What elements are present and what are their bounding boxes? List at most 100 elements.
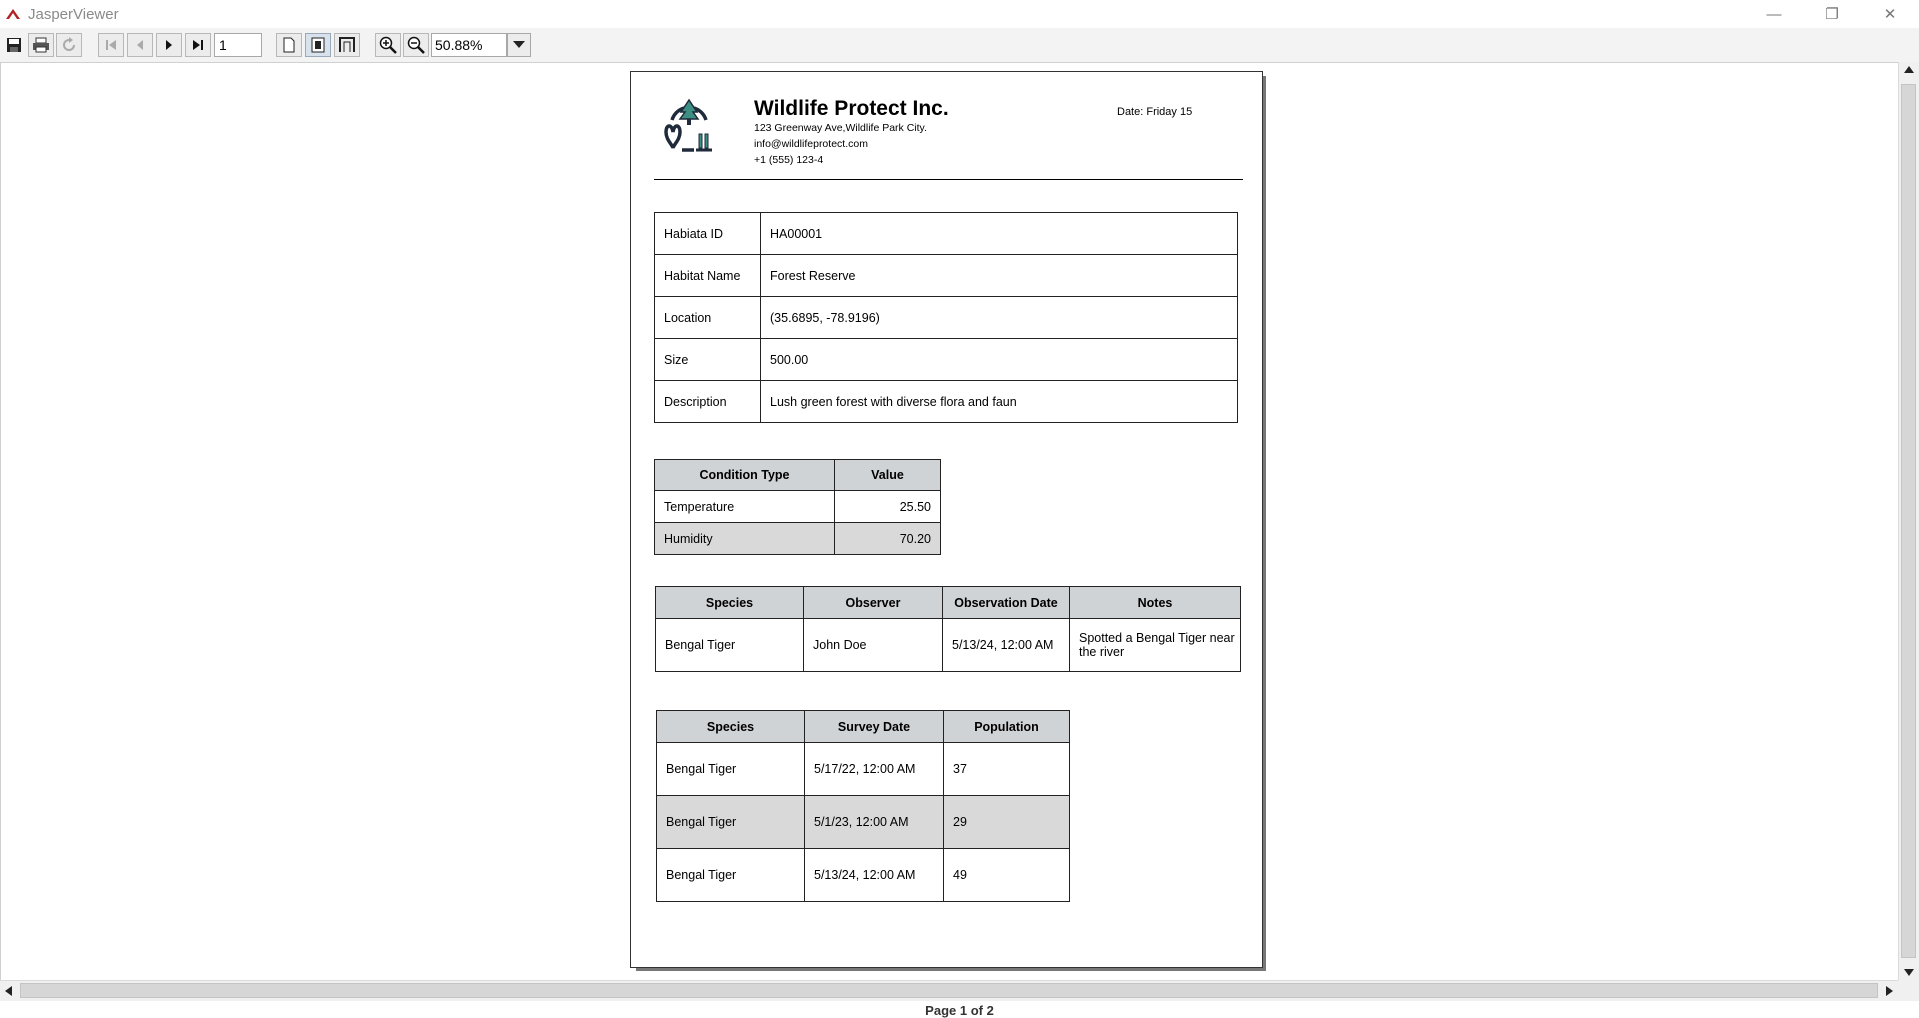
column-header: Observer: [803, 586, 943, 619]
table-header-row: Species Observer Observation Date Notes: [655, 586, 1241, 619]
observations-table: Species Observer Observation Date Notes …: [655, 586, 1241, 672]
window-title: JasperViewer: [28, 5, 119, 23]
previous-page-icon: [137, 40, 143, 50]
fit-page-button[interactable]: [305, 33, 331, 57]
survey-population: 37: [943, 742, 1070, 796]
survey-species: Bengal Tiger: [656, 742, 805, 796]
zoom-dropdown-button[interactable]: [507, 33, 531, 57]
survey-date: 5/1/23, 12:00 AM: [804, 795, 944, 849]
table-row: Location (35.6895, -78.9196): [654, 296, 1238, 339]
info-value: Forest Reserve: [760, 254, 1238, 297]
first-page-button[interactable]: [98, 33, 124, 57]
table-row: Habitat Name Forest Reserve: [654, 254, 1238, 297]
restore-icon: ❐: [1825, 6, 1839, 23]
last-page-button[interactable]: [185, 33, 211, 57]
previous-page-button[interactable]: [127, 33, 153, 57]
zoom-out-button[interactable]: [403, 33, 429, 57]
dropdown-arrow-icon: [513, 41, 525, 48]
company-name: Wildlife Protect Inc.: [754, 97, 949, 120]
actual-size-icon: [283, 37, 295, 53]
vertical-scrollbar[interactable]: [1898, 62, 1919, 980]
table-row: Bengal Tiger John Doe 5/13/24, 12:00 AM …: [655, 618, 1241, 672]
report-date: Date: Friday 15: [1117, 106, 1193, 118]
observation-observer: John Doe: [803, 618, 943, 672]
survey-date: 5/13/24, 12:00 AM: [804, 848, 944, 902]
table-row: Temperature 25.50: [654, 490, 941, 523]
column-header: Species: [655, 586, 804, 619]
info-label: Habitat Name: [654, 254, 761, 297]
column-header: Survey Date: [804, 710, 944, 743]
info-label: Size: [654, 338, 761, 381]
actual-size-button[interactable]: [276, 33, 302, 57]
info-label: Habiata ID: [654, 212, 761, 255]
jasper-app-icon: [6, 9, 20, 19]
print-button[interactable]: [28, 33, 54, 57]
scroll-left-icon[interactable]: [5, 986, 12, 996]
info-value: HA00001: [760, 212, 1238, 255]
condition-type: Humidity: [654, 522, 835, 555]
survey-population: 49: [943, 848, 1070, 902]
next-page-icon: [166, 40, 172, 50]
table-header-row: Species Survey Date Population: [656, 710, 1070, 743]
observation-notes: Spotted a Bengal Tiger near the river: [1069, 618, 1241, 672]
first-page-icon: [106, 40, 116, 50]
table-header-row: Condition Type Value: [654, 459, 941, 491]
vertical-scroll-thumb[interactable]: [1901, 84, 1916, 958]
wildlife-logo-icon: [664, 98, 712, 152]
horizontal-scroll-thumb[interactable]: [20, 983, 1878, 998]
table-row: Bengal Tiger 5/17/22, 12:00 AM 37: [656, 742, 1070, 796]
scroll-corner: [1898, 980, 1919, 1001]
survey-species: Bengal Tiger: [656, 848, 805, 902]
fit-width-icon: [339, 37, 355, 52]
header-divider: [654, 179, 1243, 180]
survey-population: 29: [943, 795, 1070, 849]
title-bar: JasperViewer — ❐ ✕: [0, 0, 1919, 28]
column-header: Condition Type: [654, 459, 835, 491]
column-header: Population: [943, 710, 1070, 743]
table-row: Size 500.00: [654, 338, 1238, 381]
survey-species: Bengal Tiger: [656, 795, 805, 849]
reload-icon: [63, 37, 75, 51]
horizontal-scrollbar[interactable]: [0, 980, 1898, 1001]
observation-date: 5/13/24, 12:00 AM: [942, 618, 1070, 672]
company-email: info@wildlifeprotect.com: [754, 138, 868, 150]
condition-value: 25.50: [834, 490, 941, 523]
report-page: Wildlife Protect Inc. 123 Greenway Ave,W…: [630, 71, 1263, 968]
column-header: Notes: [1069, 586, 1241, 619]
page-status-label: Page 1 of 2: [0, 1001, 1919, 1018]
info-label: Location: [654, 296, 761, 339]
restore-button[interactable]: ❐: [1803, 0, 1861, 28]
zoom-in-button[interactable]: [375, 33, 401, 57]
scroll-up-icon[interactable]: [1904, 66, 1914, 73]
info-label: Description: [654, 380, 761, 423]
table-row: Bengal Tiger 5/1/23, 12:00 AM 29: [656, 795, 1070, 849]
zoom-level-input[interactable]: [431, 33, 507, 57]
table-row: Description Lush green forest with divers…: [654, 380, 1238, 423]
reload-button[interactable]: [56, 33, 82, 57]
conditions-table: Condition Type Value Temperature 25.50 H…: [654, 459, 941, 555]
minimize-button[interactable]: —: [1745, 0, 1803, 28]
info-value: (35.6895, -78.9196): [760, 296, 1238, 339]
save-button[interactable]: [1, 33, 27, 57]
last-page-icon: [193, 40, 203, 50]
fit-width-button[interactable]: [334, 33, 360, 57]
page-number-input[interactable]: [214, 33, 262, 57]
close-icon: ✕: [1883, 6, 1897, 23]
next-page-button[interactable]: [156, 33, 182, 57]
info-value: 500.00: [760, 338, 1238, 381]
scroll-down-icon[interactable]: [1904, 969, 1914, 976]
viewer-toolbar: [0, 28, 1919, 62]
column-header: Value: [834, 459, 941, 491]
column-header: Species: [656, 710, 805, 743]
population-survey-table: Species Survey Date Population Bengal Ti…: [656, 710, 1070, 902]
close-button[interactable]: ✕: [1861, 0, 1919, 28]
observation-species: Bengal Tiger: [655, 618, 804, 672]
survey-date: 5/17/22, 12:00 AM: [804, 742, 944, 796]
condition-type: Temperature: [654, 490, 835, 523]
zoom-in-icon: [379, 36, 397, 54]
print-icon: [33, 37, 49, 53]
condition-value: 70.20: [834, 522, 941, 555]
save-icon: [7, 38, 21, 52]
minimize-icon: —: [1766, 5, 1782, 23]
scroll-right-icon[interactable]: [1886, 986, 1893, 996]
